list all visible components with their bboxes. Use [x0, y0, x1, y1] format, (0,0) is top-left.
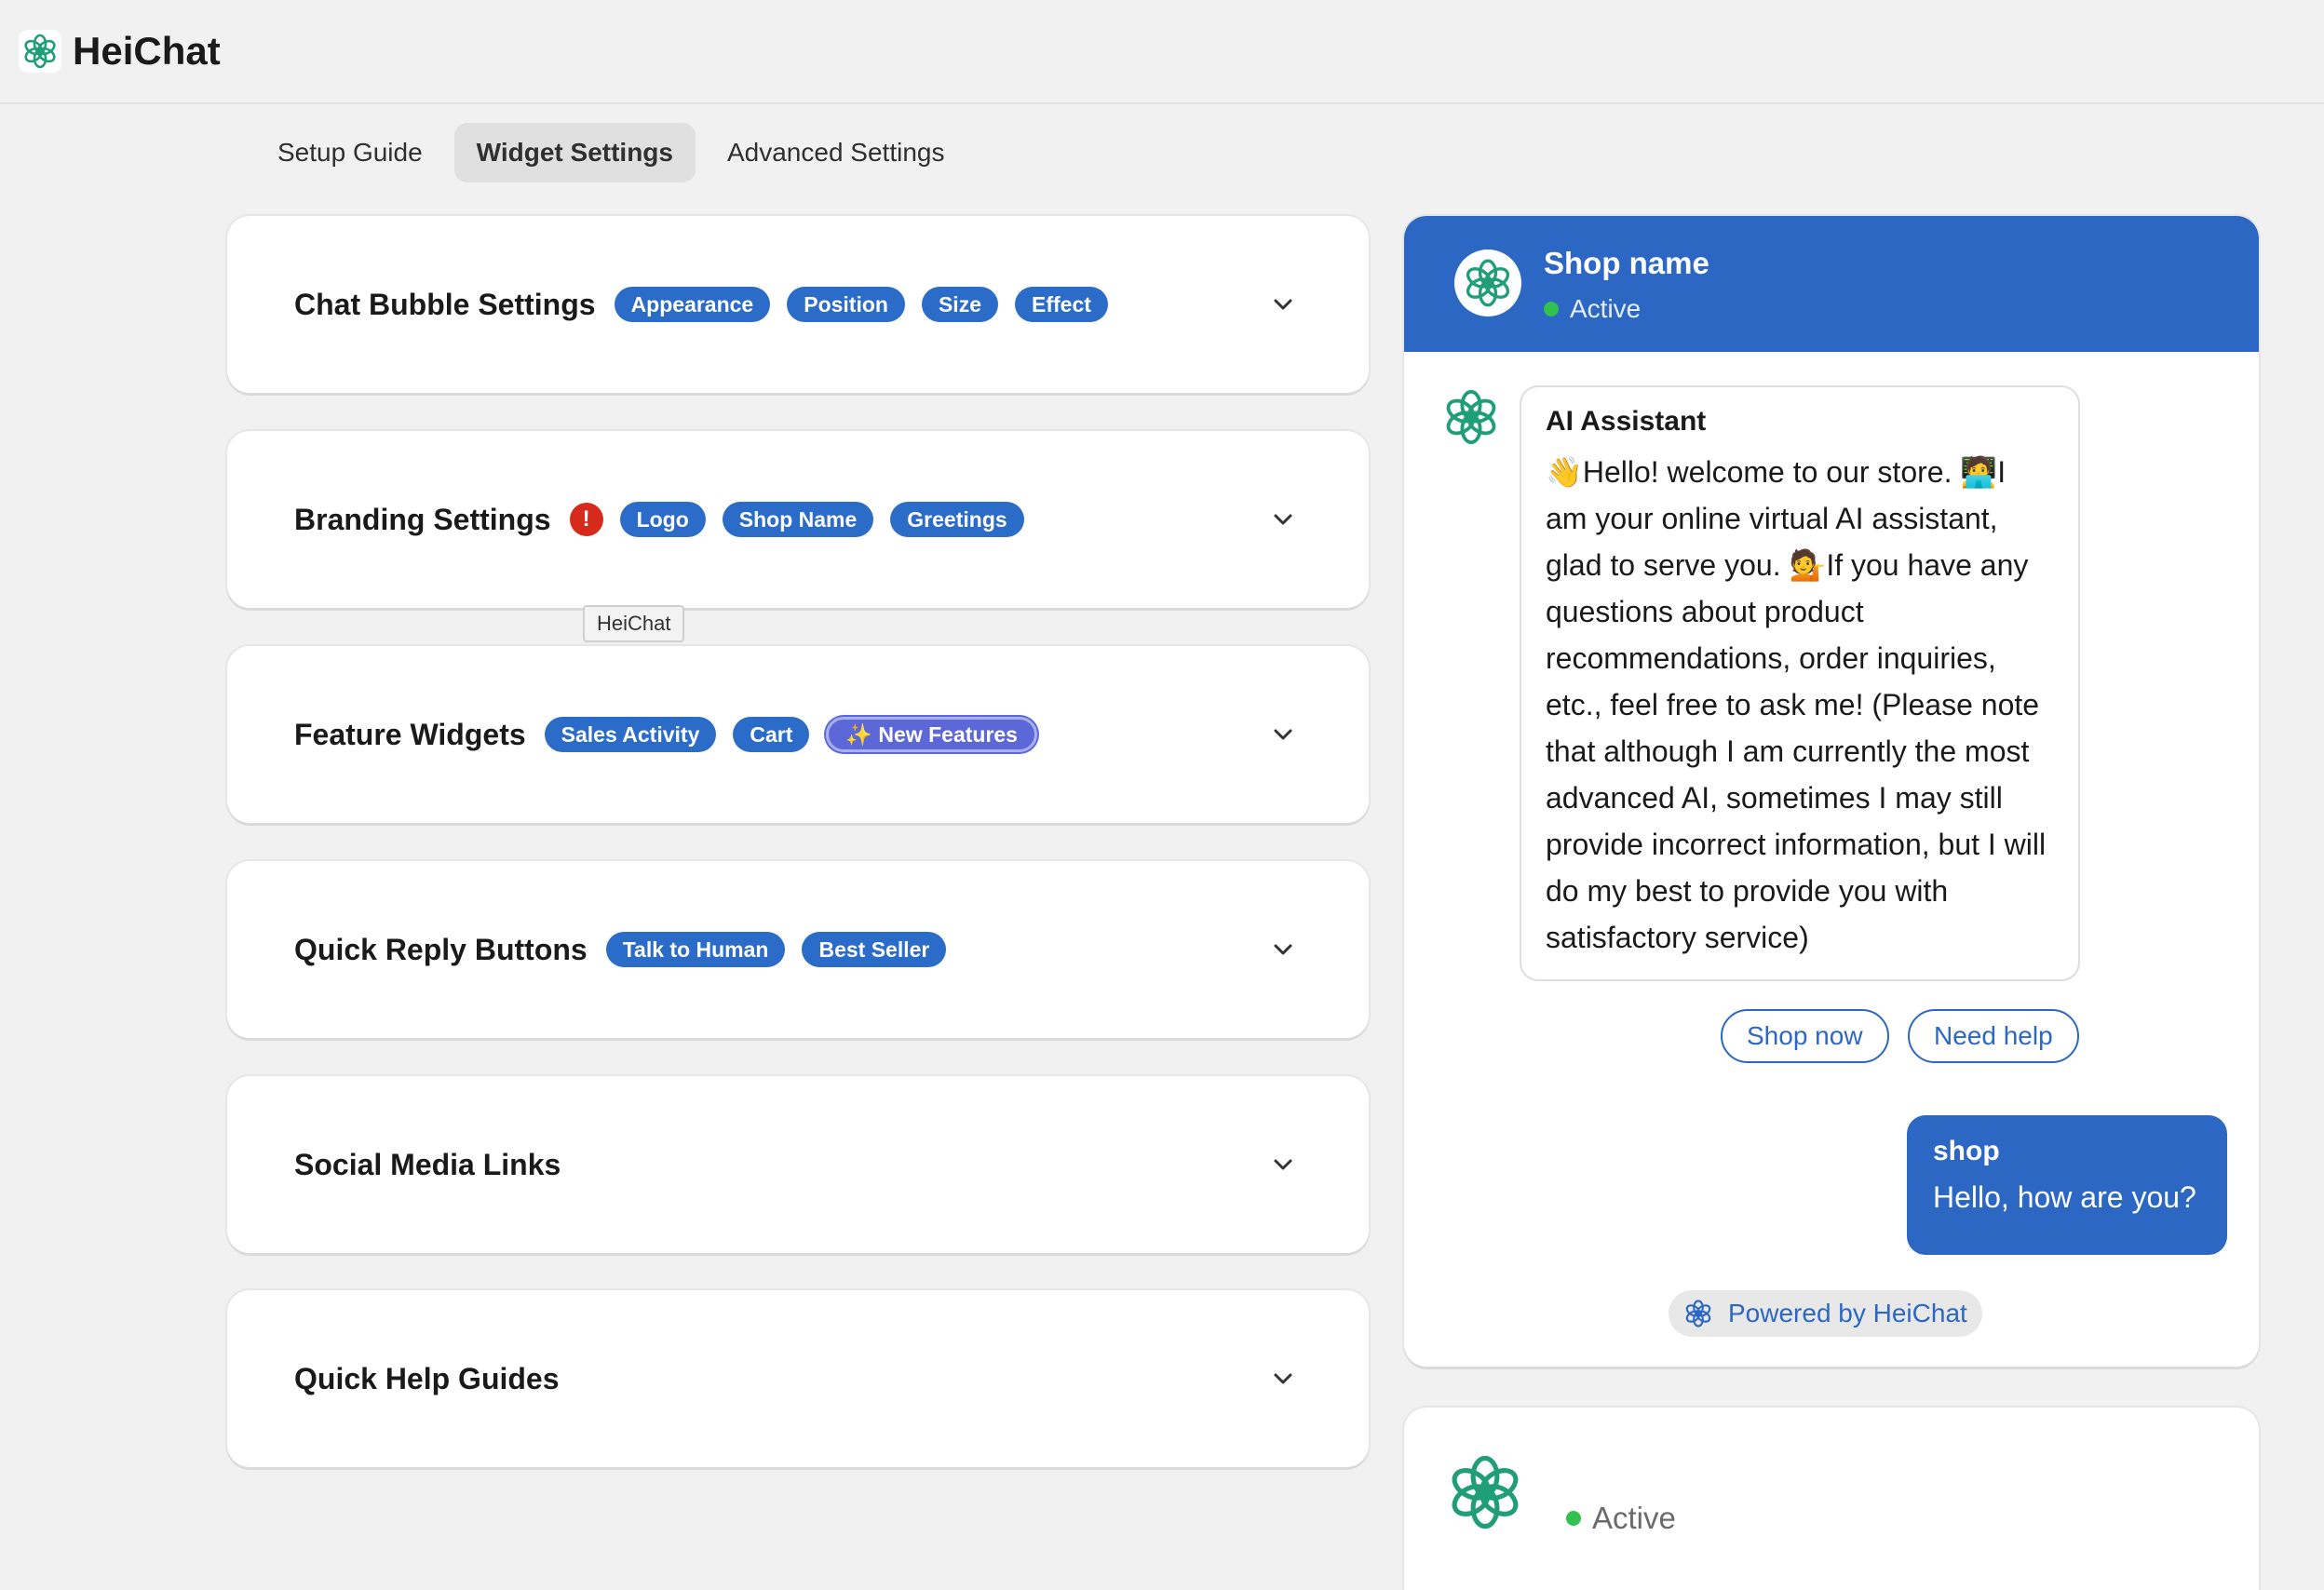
section-title: Feature Widgets — [294, 717, 526, 751]
online-dot-icon — [1544, 302, 1559, 317]
tab-widget-settings[interactable]: Widget Settings — [453, 123, 696, 182]
tag-size: Size — [921, 287, 998, 322]
app-title: HeiChat — [73, 29, 221, 73]
section-quick-reply-buttons[interactable]: Quick Reply Buttons Talk to Human Best S… — [227, 861, 1369, 1038]
chevron-down-icon[interactable] — [1272, 508, 1294, 531]
bot-name: AI Assistant — [1546, 406, 1707, 437]
section-title: Quick Reply Buttons — [294, 932, 588, 966]
section-social-media-links[interactable]: Social Media Links — [227, 1076, 1369, 1253]
section-title: Branding Settings — [294, 502, 551, 536]
section-title: Social Media Links — [294, 1147, 561, 1181]
chat-bubble-preview: Active — [1404, 1408, 2259, 1590]
status-indicator: Active — [1566, 1501, 1676, 1536]
chat-widget-preview: Shop name Active AI Assistant 👋Hello! we… — [1404, 216, 2259, 1367]
tag-position: Position — [787, 287, 905, 322]
section-chat-bubble-settings[interactable]: Chat Bubble Settings Appearance Position… — [227, 216, 1369, 393]
tag-sales-activity: Sales Activity — [544, 717, 717, 752]
tag-appearance: Appearance — [614, 287, 771, 322]
user-message-text: Hello, how are you? — [1933, 1180, 2196, 1214]
chevron-down-icon[interactable] — [1272, 723, 1294, 746]
chat-header: Shop name Active — [1404, 216, 2259, 352]
settings-tabs: Setup Guide Widget Settings Advanced Set… — [255, 123, 966, 182]
tooltip: HeiChat — [583, 605, 685, 642]
tag-logo: Logo — [619, 502, 706, 537]
section-quick-help-guides[interactable]: Quick Help Guides — [227, 1290, 1369, 1467]
shop-name: Shop name — [1544, 246, 1709, 280]
tab-advanced-settings[interactable]: Advanced Settings — [705, 123, 967, 182]
top-bar: HeiChat — [0, 0, 2324, 104]
chevron-down-icon[interactable] — [1272, 938, 1294, 961]
tag-effect: Effect — [1015, 287, 1108, 322]
heichat-logo-icon — [19, 30, 61, 73]
chevron-down-icon[interactable] — [1272, 1368, 1294, 1390]
bot-avatar-icon — [1452, 1455, 1519, 1529]
alert-icon: ! — [569, 503, 603, 536]
section-branding-settings[interactable]: Branding Settings ! Logo Shop Name Greet… — [227, 431, 1369, 608]
chevron-down-icon[interactable] — [1272, 1153, 1294, 1176]
section-title: Chat Bubble Settings — [294, 287, 596, 321]
bot-message-bubble: AI Assistant 👋Hello! welcome to our stor… — [1520, 385, 2080, 981]
user-name: shop — [1933, 1136, 2000, 1166]
quick-reply-shop-now-button[interactable]: Shop now — [1721, 1009, 1889, 1063]
bot-avatar-icon — [1446, 389, 1496, 445]
chevron-down-icon[interactable] — [1272, 293, 1294, 316]
section-title: Quick Help Guides — [294, 1361, 560, 1395]
user-message-bubble: shop Hello, how are you? — [1907, 1115, 2227, 1255]
heichat-logo-icon — [1685, 1300, 1711, 1327]
status-text: Active — [1570, 294, 1642, 323]
tag-best-seller: Best Seller — [802, 932, 947, 967]
tag-shop-name: Shop Name — [722, 502, 874, 537]
tag-new-features: ✨ New Features — [826, 717, 1037, 752]
quick-reply-need-help-button[interactable]: Need help — [1908, 1009, 2079, 1063]
tag-cart: Cart — [733, 717, 810, 752]
bot-message-text: 👋Hello! welcome to our store. 🧑‍💻I am yo… — [1546, 455, 2047, 954]
tab-setup-guide[interactable]: Setup Guide — [255, 123, 445, 182]
tag-greetings: Greetings — [890, 502, 1024, 537]
status-indicator: Active — [1544, 294, 1641, 324]
section-feature-widgets[interactable]: Feature Widgets Sales Activity Cart ✨ Ne… — [227, 646, 1369, 823]
powered-by-text: Powered by HeiChat — [1728, 1299, 1967, 1327]
shop-avatar-icon — [1454, 249, 1521, 317]
online-dot-icon — [1566, 1511, 1581, 1526]
powered-by-badge[interactable]: Powered by HeiChat — [1669, 1290, 1982, 1337]
tag-talk-to-human: Talk to Human — [605, 932, 786, 967]
status-text: Active — [1592, 1501, 1676, 1535]
